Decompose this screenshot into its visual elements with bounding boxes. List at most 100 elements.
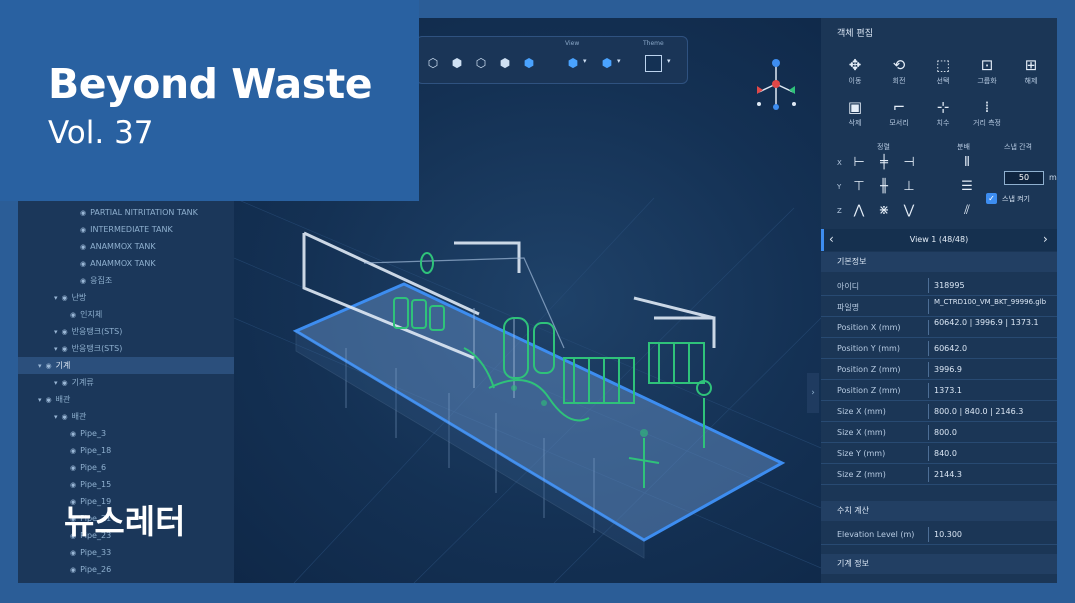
tool-button[interactable]: ⟲ 회전 (877, 56, 921, 86)
orientation-gizmo-icon[interactable] (751, 56, 801, 116)
align-x-center-icon[interactable]: ╪ (876, 155, 892, 170)
visibility-eye-icon[interactable]: ◉ (80, 260, 86, 268)
cube-top-icon[interactable]: ⬢ (449, 55, 465, 71)
align-z-max-icon[interactable]: ⋁ (901, 203, 917, 218)
tool-button[interactable]: ⬚ 선택 (921, 56, 965, 86)
expand-chevron-icon[interactable]: ▾ (38, 396, 42, 404)
visibility-eye-icon[interactable]: ◉ (70, 481, 76, 489)
property-value[interactable]: 60642.0 | 3996.9 | 1373.1 (934, 318, 1054, 328)
property-value[interactable]: 1373.1 (934, 386, 1054, 396)
visibility-eye-icon[interactable]: ◉ (70, 464, 76, 472)
cover-volume: Vol. 37 (48, 115, 154, 151)
distribute-x-icon[interactable]: ⦀ (959, 155, 975, 170)
align-x-min-icon[interactable]: ⊢ (851, 155, 867, 170)
align-y-min-icon[interactable]: ⊤ (851, 179, 867, 194)
tree-item[interactable]: ◉ INTERMEDIATE TANK (80, 221, 173, 238)
visibility-eye-icon[interactable]: ◉ (46, 362, 52, 370)
snap-interval-input[interactable]: 50 (1004, 171, 1044, 185)
tree-item[interactable]: ▾ ◉ 반응탱크(STS) (54, 340, 122, 357)
align-y-max-icon[interactable]: ⊥ (901, 179, 917, 194)
visibility-eye-icon[interactable]: ◉ (46, 396, 52, 404)
render-mode-chevron-icon[interactable]: ▾ (617, 57, 621, 65)
expand-chevron-icon[interactable]: ▾ (38, 362, 42, 370)
cube-iso-icon[interactable]: ⬢ (497, 55, 513, 71)
tree-item[interactable]: ◉ Pipe_33 (70, 544, 111, 561)
distribute-z-icon[interactable]: ⫽ (959, 203, 975, 218)
expand-chevron-icon[interactable]: ▾ (54, 379, 58, 387)
tree-item[interactable]: ◉ Pipe_26 (70, 561, 111, 578)
align-y-center-icon[interactable]: ╫ (876, 179, 892, 194)
tool-button[interactable]: ⌐ 모서리 (877, 98, 921, 128)
property-value[interactable]: 800.0 | 840.0 | 2146.3 (934, 407, 1054, 417)
elevation-value[interactable]: 10.300 (934, 530, 1054, 540)
tree-item[interactable]: ◉ Pipe_18 (70, 442, 111, 459)
visibility-eye-icon[interactable]: ◉ (80, 243, 86, 251)
tree-item[interactable]: ◉ 인지체 (70, 306, 102, 323)
tree-item[interactable]: ▾ ◉ 난방 (54, 289, 86, 306)
ungroup-icon: ⊞ (1024, 56, 1038, 74)
tree-item[interactable]: ▾ ◉ 반응탱크(STS) (54, 323, 122, 340)
visibility-eye-icon[interactable]: ◉ (62, 379, 68, 387)
next-view-chevron-icon[interactable]: › (1043, 232, 1048, 246)
tree-item[interactable]: ◉ ANAMMOX TANK (80, 255, 156, 272)
tool-button[interactable]: ⊡ 그룹화 (965, 56, 1009, 86)
tool-button[interactable]: ⊞ 해제 (1009, 56, 1053, 86)
cube-right-icon[interactable]: ⬡ (473, 55, 489, 71)
visibility-eye-icon[interactable]: ◉ (62, 294, 68, 302)
tree-item[interactable]: ▾ ◉ 기계 (18, 357, 234, 374)
tree-item[interactable]: ◉ Pipe_6 (70, 459, 106, 476)
property-value[interactable]: M_CTRD100_VM_BKT_99996.glb (934, 297, 1054, 307)
view-mode-chevron-icon[interactable]: ▾ (583, 57, 587, 65)
property-value[interactable]: 2144.3 (934, 470, 1054, 480)
tree-item[interactable]: ◉ 응집조 (80, 272, 112, 289)
expand-chevron-icon[interactable]: ▾ (54, 328, 58, 336)
cube-perspective-icon[interactable]: ⬢ (521, 55, 537, 71)
theme-chevron-icon[interactable]: ▾ (667, 57, 671, 65)
visibility-eye-icon[interactable]: ◉ (70, 311, 76, 319)
visibility-eye-icon[interactable]: ◉ (62, 413, 68, 421)
visibility-eye-icon[interactable]: ◉ (70, 447, 76, 455)
property-value[interactable]: 60642.0 (934, 344, 1054, 354)
visibility-eye-icon[interactable]: ◉ (70, 549, 76, 557)
section-calc[interactable]: 수치 계산 (821, 501, 1057, 521)
align-z-center-icon[interactable]: ⋇ (876, 203, 892, 218)
theme-swatch[interactable] (645, 55, 662, 72)
tree-item[interactable]: ▾ ◉ 배관 (54, 408, 86, 425)
tool-button[interactable]: ✥ 이동 (833, 56, 877, 86)
section-basic-info[interactable]: 기본정보 (821, 252, 1057, 272)
tool-button[interactable]: ▣ 삭제 (833, 98, 877, 128)
view-mode-icon[interactable]: ⬢ (565, 55, 581, 71)
align-x-max-icon[interactable]: ⊣ (901, 155, 917, 170)
visibility-eye-icon[interactable]: ◉ (62, 328, 68, 336)
visibility-eye-icon[interactable]: ◉ (70, 430, 76, 438)
property-value[interactable]: 800.0 (934, 428, 1054, 438)
visibility-eye-icon[interactable]: ◉ (70, 566, 76, 574)
cube-front-icon[interactable]: ⬡ (425, 55, 441, 71)
visibility-eye-icon[interactable]: ◉ (62, 345, 68, 353)
align-z-min-icon[interactable]: ⋀ (851, 203, 867, 218)
section-machine-info[interactable]: 기계 정보 (821, 554, 1057, 574)
expand-chevron-icon[interactable]: ▾ (54, 413, 58, 421)
visibility-eye-icon[interactable]: ◉ (80, 226, 86, 234)
tree-item[interactable]: ◉ PARTIAL NITRITATION TANK (80, 204, 198, 221)
tool-button[interactable]: ⁞ 거리 측정 (965, 98, 1009, 128)
tree-item[interactable]: ◉ Pipe_15 (70, 476, 111, 493)
snap-toggle-checkbox[interactable]: ✓ (986, 193, 997, 204)
tool-button[interactable]: ⊹ 치수 (921, 98, 965, 128)
property-row: Position Z (mm) 1373.1 (821, 380, 1057, 401)
tree-item[interactable]: ◉ Pipe_3 (70, 425, 106, 442)
distribute-y-icon[interactable]: ☰ (959, 179, 975, 194)
expand-chevron-icon[interactable]: ▾ (54, 294, 58, 302)
property-value[interactable]: 3996.9 (934, 365, 1054, 375)
object-edit-panel: 객체 편집 ✥ 이동 ⟲ 회전 ⬚ 선택 ⊡ 그룹화 ⊞ 해제 ▣ 삭제 ⌐ 모서리 ⊹ 치수 ⁞ 거리 측정 … (821, 18, 1057, 583)
property-value[interactable]: 318995 (934, 281, 1054, 291)
tree-item[interactable]: ▾ ◉ 기계류 (54, 374, 94, 391)
viewport-collapse-button[interactable]: › (807, 373, 819, 413)
property-value[interactable]: 840.0 (934, 449, 1054, 459)
visibility-eye-icon[interactable]: ◉ (80, 209, 86, 217)
render-mode-icon[interactable]: ⬢ (599, 55, 615, 71)
visibility-eye-icon[interactable]: ◉ (80, 277, 86, 285)
tree-item[interactable]: ◉ ANAMMOX TANK (80, 238, 156, 255)
tree-item[interactable]: ▾ ◉ 배관 (38, 391, 70, 408)
expand-chevron-icon[interactable]: ▾ (54, 345, 58, 353)
